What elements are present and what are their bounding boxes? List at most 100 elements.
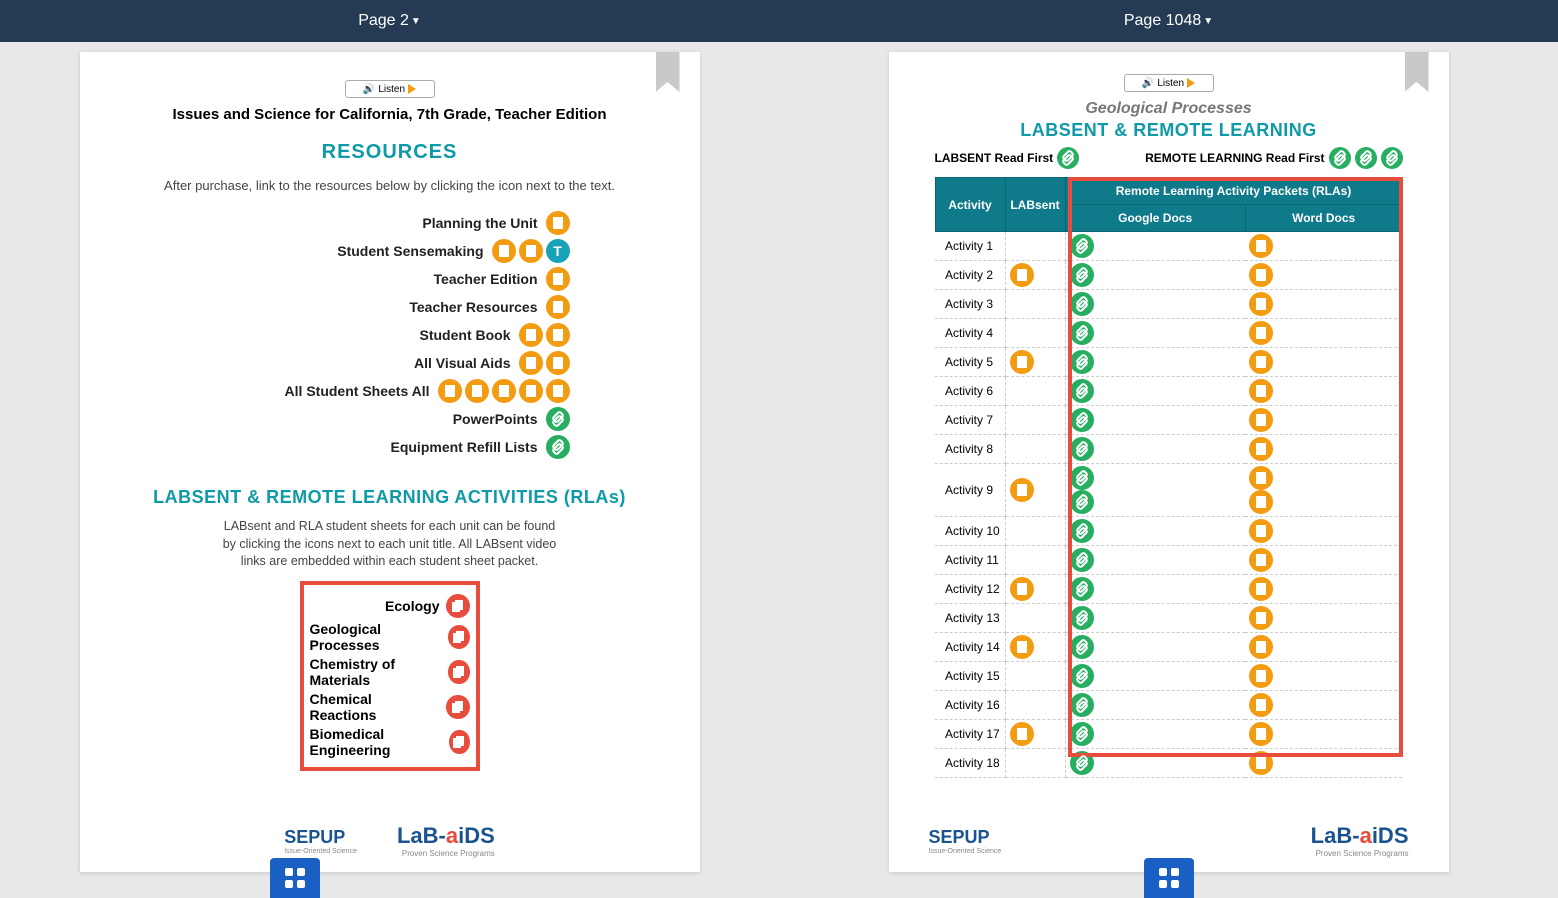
right-header[interactable]: Page 1048▼ (779, 0, 1558, 42)
doc-icon[interactable] (1249, 466, 1273, 490)
play-icon (408, 84, 416, 94)
resources-heading: RESOURCES (120, 141, 660, 164)
link-icon[interactable] (1070, 437, 1094, 461)
left-header[interactable]: Page 2▼ (0, 0, 779, 42)
link-icon[interactable] (1329, 147, 1351, 169)
doc-icon[interactable] (1010, 263, 1034, 287)
table-row: Activity 9 (935, 464, 1402, 517)
doc-icon[interactable] (1249, 350, 1273, 374)
doc-icon[interactable] (519, 323, 543, 347)
unit-title: Geological Processes (917, 100, 1421, 118)
doc-icon[interactable] (1249, 577, 1273, 601)
link-icon[interactable] (1070, 263, 1094, 287)
listen-button[interactable]: 🔊Listen (345, 80, 435, 98)
gdocs-cell (1065, 604, 1245, 633)
doc-icon[interactable] (1249, 722, 1273, 746)
doc-icon[interactable] (1249, 519, 1273, 543)
link-icon[interactable] (1057, 147, 1079, 169)
doc-icon[interactable] (1010, 577, 1034, 601)
link-icon[interactable] (1070, 548, 1094, 572)
doc-icon[interactable] (1010, 635, 1034, 659)
wdocs-cell (1245, 575, 1402, 604)
doc-icon[interactable] (546, 379, 570, 403)
doc-icon[interactable] (1010, 350, 1034, 374)
link-icon[interactable] (1070, 490, 1094, 514)
wdocs-cell (1245, 406, 1402, 435)
docs-icon[interactable] (446, 695, 470, 719)
link-icon[interactable] (1070, 722, 1094, 746)
link-icon[interactable] (1381, 147, 1403, 169)
bookmark-icon[interactable] (656, 52, 680, 92)
doc-icon[interactable] (438, 379, 462, 403)
doc-icon[interactable] (1249, 263, 1273, 287)
link-icon[interactable] (1070, 379, 1094, 403)
doc-icon[interactable] (546, 351, 570, 375)
doc-icon[interactable] (1249, 379, 1273, 403)
bookmark-icon[interactable] (1405, 52, 1429, 92)
link-icon[interactable] (1070, 635, 1094, 659)
link-icon[interactable] (1070, 408, 1094, 432)
link-icon[interactable] (1070, 577, 1094, 601)
rla-sub: LABsent and RLA student sheets for each … (220, 518, 560, 571)
doc-icon[interactable] (1249, 408, 1273, 432)
doc-icon[interactable] (1249, 292, 1273, 316)
doc-icon[interactable] (465, 379, 489, 403)
docs-icon[interactable] (446, 594, 470, 618)
doc-icon[interactable] (1249, 606, 1273, 630)
doc-icon[interactable] (1249, 437, 1273, 461)
table-row: Activity 4 (935, 319, 1402, 348)
activity-cell: Activity 15 (935, 662, 1005, 691)
doc-icon[interactable] (519, 239, 543, 263)
link-icon[interactable] (1355, 147, 1377, 169)
doc-icon[interactable] (1249, 635, 1273, 659)
resource-row: PowerPoints (210, 405, 570, 433)
link-icon[interactable] (1070, 751, 1094, 775)
wdocs-cell (1245, 319, 1402, 348)
activity-table: Activity LABsent Remote Learning Activit… (935, 177, 1403, 778)
link-icon[interactable] (1070, 693, 1094, 717)
doc-icon[interactable] (519, 351, 543, 375)
docs-icon[interactable] (448, 625, 470, 649)
link-icon[interactable] (1070, 664, 1094, 688)
docs-icon[interactable] (448, 660, 469, 684)
doc-icon[interactable] (1249, 321, 1273, 345)
link-icon[interactable] (1070, 321, 1094, 345)
link-icon[interactable] (1070, 466, 1094, 490)
doc-icon[interactable] (546, 323, 570, 347)
doc-icon[interactable] (1249, 490, 1273, 514)
doc-icon[interactable] (546, 211, 570, 235)
doc-icon[interactable] (1010, 722, 1034, 746)
wdocs-cell (1245, 290, 1402, 319)
doc-icon[interactable] (1249, 664, 1273, 688)
docs-icon[interactable] (449, 730, 469, 754)
listen-button[interactable]: 🔊Listen (1124, 74, 1214, 92)
doc-icon[interactable] (519, 379, 543, 403)
t-icon[interactable]: T (546, 239, 570, 263)
activity-cell: Activity 11 (935, 546, 1005, 575)
link-icon[interactable] (546, 407, 570, 431)
grid-view-button[interactable] (270, 858, 320, 898)
link-icon[interactable] (1070, 350, 1094, 374)
wdocs-cell (1245, 749, 1402, 778)
link-icon[interactable] (1070, 606, 1094, 630)
doc-icon[interactable] (492, 379, 516, 403)
doc-icon[interactable] (1249, 234, 1273, 258)
doc-icon[interactable] (492, 239, 516, 263)
link-icon[interactable] (1070, 519, 1094, 543)
gdocs-cell (1065, 348, 1245, 377)
left-page-area: 🔊Listen Issues and Science for Californi… (0, 42, 779, 898)
resource-label: Teacher Resources (210, 299, 546, 315)
doc-icon[interactable] (546, 295, 570, 319)
doc-icon[interactable] (1249, 548, 1273, 572)
link-icon[interactable] (1070, 234, 1094, 258)
doc-icon[interactable] (1249, 751, 1273, 775)
grid-view-button[interactable] (1144, 858, 1194, 898)
doc-icon[interactable] (546, 267, 570, 291)
doc-icon[interactable] (1010, 478, 1034, 502)
table-row: Activity 2 (935, 261, 1402, 290)
doc-icon[interactable] (1249, 693, 1273, 717)
table-row: Activity 1 (935, 232, 1402, 261)
link-icon[interactable] (546, 435, 570, 459)
link-icon[interactable] (1070, 292, 1094, 316)
gdocs-cell (1065, 435, 1245, 464)
